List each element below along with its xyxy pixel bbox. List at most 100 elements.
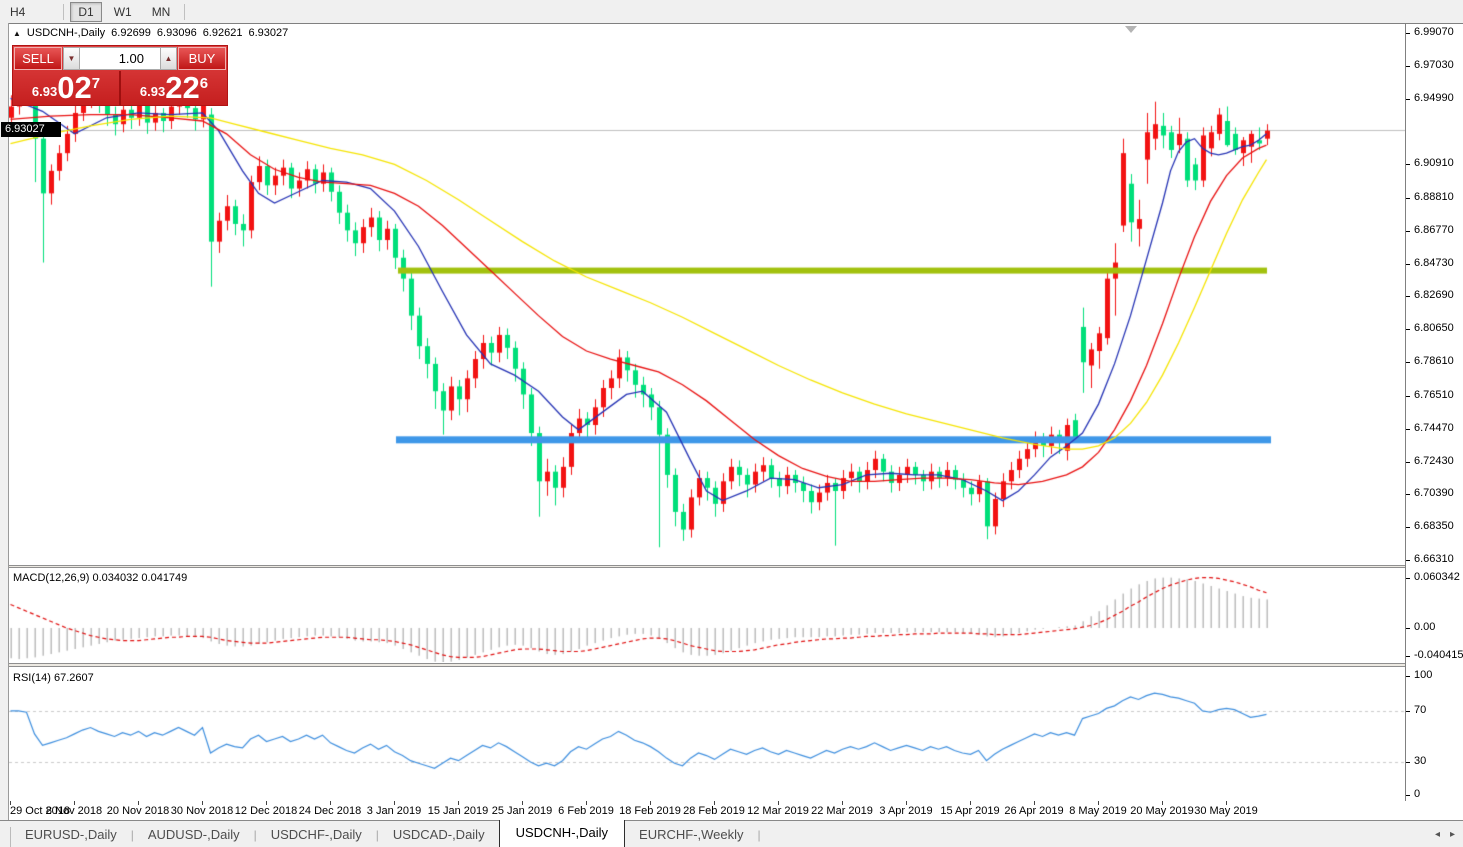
chart-tab-bar: EURUSD-,Daily | AUDUSD-,Daily | USDCHF-,Dail… [0,819,1463,847]
date-axis-label: 6 Feb 2019 [558,805,614,817]
price-axis-label: 6.82690 [1414,289,1454,302]
tab-scroll-left-button[interactable]: ◂ [1435,829,1440,840]
chart-tab-audusd[interactable]: AUDUSD-,Daily [134,823,254,847]
axis-tick [1406,628,1410,629]
chart-tab-usdchf[interactable]: USDCHF-,Daily [257,823,376,847]
axis-tick [1406,711,1410,712]
ohlc-high: 6.93096 [156,27,197,39]
price-axis-label: 6.74470 [1414,421,1454,434]
date-axis[interactable]: 29 Oct 2018 8 Nov 2018 20 Nov 2018 30 Nov 2… [9,801,1463,820]
one-click-panel-toggle-icon[interactable]: ▲ [13,29,21,38]
price-axis-label: 6.66310 [1414,552,1454,565]
sell-price-pips: 02 [57,70,92,105]
chart-tab-eurchf[interactable]: EURCHF-,Weekly [625,823,758,847]
price-axis-label: 6.70390 [1414,487,1454,500]
timeframe-toolbar: H4 D1 W1 MN [0,0,1463,24]
volume-decrease-button[interactable]: ▼ [63,47,80,70]
tab-bar-grip [0,827,11,847]
pane-separator[interactable] [9,565,1463,568]
window-left-frame [0,23,9,820]
timeframe-button-d1[interactable]: D1 [70,1,102,22]
rsi-axis-label: 70 [1414,704,1427,716]
pane-separator[interactable] [9,663,1463,667]
date-axis-label: 22 Mar 2019 [811,805,873,817]
price-axis-pane[interactable]: 6.99070 6.97030 6.94990 6.90910 6.88810 6.867… [1405,24,1463,801]
axis-tick [1406,578,1410,579]
chart-symbol-period: USDCNH-,Daily [26,27,106,39]
current-price-badge: 6.93027 [1,122,61,137]
macd-axis-label: 0.060342 [1414,571,1460,583]
macd-axis-label: -0.040415 [1414,649,1463,661]
date-axis-label: 12 Dec 2018 [234,805,298,817]
date-axis-label: 26 Apr 2019 [1004,805,1064,817]
date-axis-label: 25 Jan 2019 [491,805,553,817]
axis-tick [1406,527,1410,529]
macd-indicator-canvas[interactable] [9,568,1405,662]
axis-tick [1406,395,1410,397]
rsi-label: RSI(14) 67.2607 [13,672,94,684]
down-arrow-icon: ▼ [67,54,76,63]
date-axis-label: 15 Apr 2019 [940,805,1000,817]
date-axis-label: 12 Mar 2019 [747,805,809,817]
axis-tick [1406,33,1410,34]
date-axis-label: 20 Nov 2018 [106,805,170,817]
date-axis-label: 30 Nov 2018 [170,805,234,817]
axis-tick [1406,494,1410,496]
date-axis-label: 3 Jan 2019 [366,805,422,817]
rsi-indicator-canvas[interactable] [9,668,1405,799]
axis-tick [1406,329,1410,331]
tab-divider: | [757,828,761,842]
buy-price-display[interactable]: 6.93 22 6 [121,71,227,105]
tab-scroll-controls: ◂ ▸ [1435,821,1463,847]
axis-tick [1406,428,1410,430]
volume-input[interactable] [80,47,160,70]
rsi-axis-label: 0 [1414,788,1421,800]
up-arrow-icon: ▲ [164,54,173,63]
sell-price-point: 7 [91,75,101,92]
axis-tick [1406,762,1410,763]
price-axis-label: 6.86770 [1414,223,1454,236]
sell-price-display[interactable]: 6.93 02 7 [13,71,119,105]
timeframe-button-w1[interactable]: W1 [106,2,140,22]
price-axis-label: 6.78610 [1414,355,1454,368]
tabs-container: EURUSD-,Daily | AUDUSD-,Daily | USDCHF-,Dail… [11,819,761,847]
axis-tick [1406,198,1410,200]
axis-tick [1406,461,1410,463]
axis-tick [1406,164,1410,166]
timeframe-button-mn[interactable]: MN [144,2,179,22]
price-axis-label: 6.76510 [1414,388,1454,401]
timeframe-button-h4[interactable]: H4 [2,2,33,22]
volume-increase-button[interactable]: ▲ [160,47,177,70]
toolbar-separator [184,3,186,20]
date-axis-label: 8 Nov 2018 [45,805,103,817]
tab-scroll-right-button[interactable]: ▸ [1450,829,1455,840]
buy-button[interactable]: BUY [178,47,226,70]
buy-price-prefix: 6.93 [139,84,166,99]
date-axis-label: 30 May 2019 [1194,805,1258,817]
chart-tab-usdcad[interactable]: USDCAD-,Daily [379,823,499,847]
price-axis-label: 6.88810 [1414,191,1454,204]
ohlc-low: 6.92621 [202,27,243,39]
chart-shift-marker-icon[interactable] [1125,26,1137,33]
date-axis-label: 20 May 2019 [1130,805,1194,817]
rsi-axis-label: 100 [1414,669,1433,681]
price-axis-label: 6.97030 [1414,58,1454,71]
chart-tab-eurusd[interactable]: EURUSD-,Daily [11,823,131,847]
axis-tick [1406,98,1410,100]
trading-platform-window: H4 D1 W1 MN ▲ USDCNH-,Daily 6.92699 6.93096… [0,0,1463,847]
buy-price-point: 6 [199,75,209,92]
axis-tick [1406,296,1410,298]
sell-price-prefix: 6.93 [31,84,58,99]
axis-tick [1406,676,1410,677]
rsi-axis-label: 30 [1414,755,1427,767]
axis-tick [1406,795,1410,796]
date-axis-label: 18 Feb 2019 [619,805,681,817]
axis-tick [1406,656,1410,657]
sell-button[interactable]: SELL [14,47,62,70]
chart-tab-usdcnh[interactable]: USDCNH-,Daily [498,819,626,847]
one-click-trading-panel: SELL ▼ ▲ BUY 6.93027 6.93226 [12,45,228,106]
price-axis-label: 6.94990 [1414,91,1454,104]
ohlc-open: 6.92699 [111,27,151,39]
axis-tick [1406,65,1410,67]
date-axis-label: 8 May 2019 [1069,805,1127,817]
